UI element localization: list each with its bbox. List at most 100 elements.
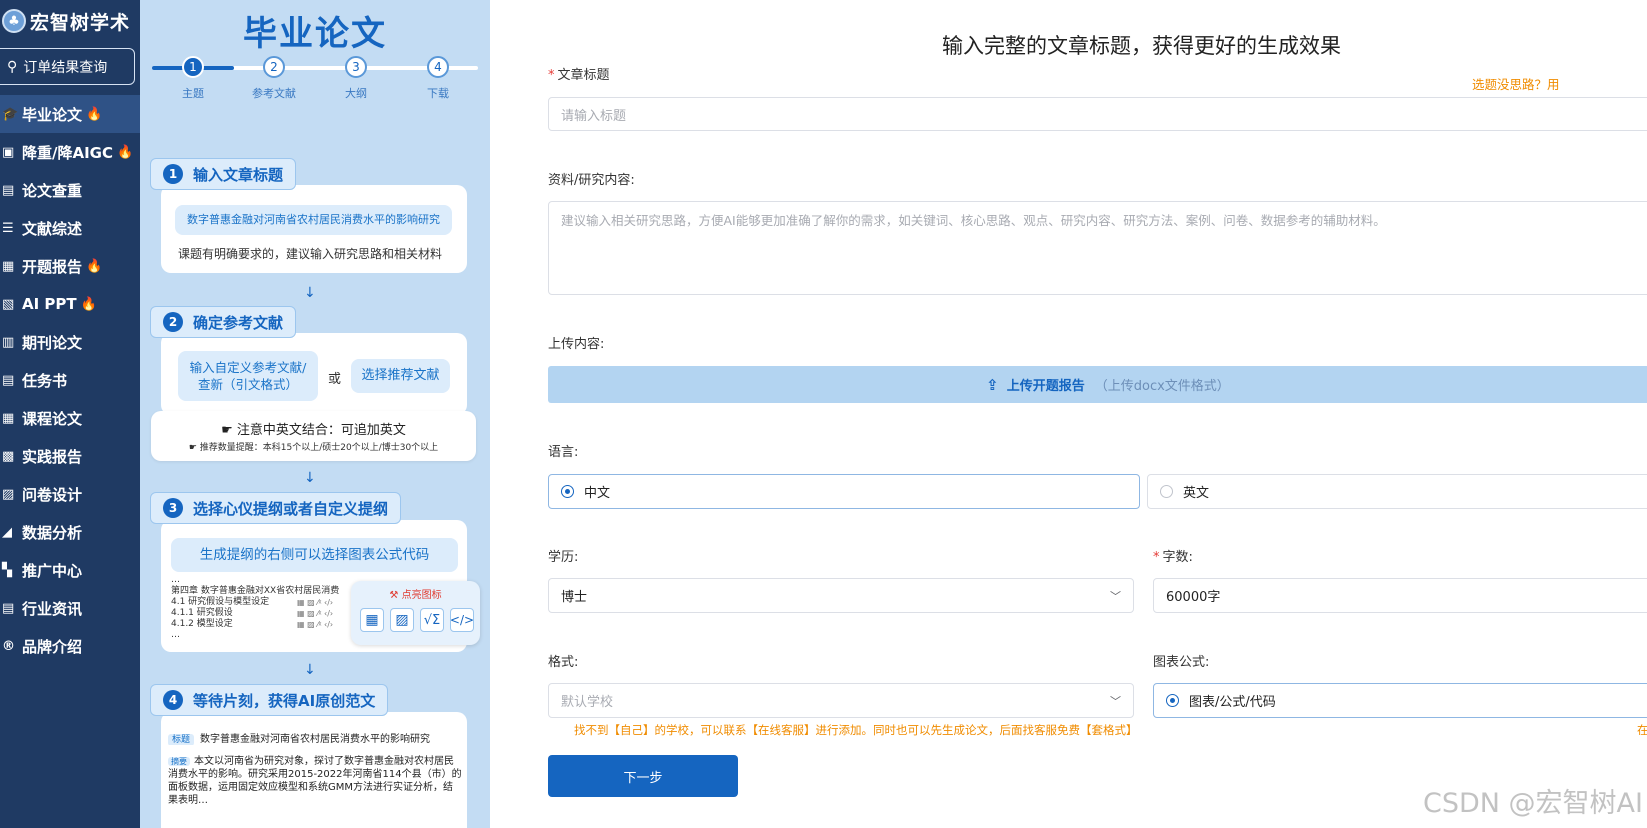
card-icon: ▣ — [2, 144, 15, 160]
abstract-text: 本文以河南省为研究对象，探讨了数字普惠金融对农村居民消费水平的影响。研究采用20… — [168, 756, 462, 806]
sidebar-item-7[interactable]: ▤ 任务书 — [0, 361, 140, 399]
outline-line: … — [171, 630, 180, 640]
section-2-heading: 2 确定参考文献 — [150, 306, 297, 338]
step-3-label: 大纲 — [345, 87, 367, 100]
sidebar-item-label: 课程论文 — [22, 409, 83, 428]
title-input[interactable]: 请输入标题 — [548, 97, 1647, 131]
form-headline: 输入完整的文章标题，获得更好的生成效果 — [942, 34, 1341, 58]
radio-checked-icon — [1166, 694, 1179, 707]
sidebar-item-4[interactable]: ▦ 开题报告 🔥 — [0, 247, 140, 285]
watermark: CSDN @宏智树AI — [1423, 788, 1643, 819]
section-4-heading: 4 等待片刻，获得AI原创范文 — [150, 684, 389, 716]
radio-unchecked-icon — [1160, 485, 1173, 498]
sidebar-item-5[interactable]: ▧ AI PPT 🔥 — [0, 285, 140, 323]
language-chinese-radio[interactable]: 中文 — [548, 474, 1140, 509]
sidebar-item-12[interactable]: ▚ 推广中心 — [0, 551, 140, 589]
fire-icon: 🔥 — [86, 106, 103, 122]
sidebar-item-6[interactable]: ▥ 期刊论文 — [0, 323, 140, 361]
step-1: 1 主题 — [163, 56, 223, 101]
image-icon: ▨ — [390, 608, 414, 632]
chart-icon: ◢ — [2, 524, 12, 540]
step-2-label: 参考文献 — [252, 87, 296, 100]
step-1-number: 1 — [182, 56, 204, 78]
result-title-row: 标题 数字普惠金融对河南省农村居民消费水平的影响研究 — [168, 730, 458, 745]
right-help-text: 在 — [1637, 723, 1647, 737]
next-step-button[interactable]: 下一步 — [548, 755, 738, 797]
upload-report-button[interactable]: ⇪ 上传开题报告 （上传docx文件格式） — [548, 366, 1647, 403]
sidebar-item-11[interactable]: ◢ 数据分析 — [0, 513, 140, 551]
chevron-down-icon: ﹀ — [1110, 589, 1121, 603]
radio-checked-icon — [561, 485, 574, 498]
popup-title-text: 点亮图标 — [401, 590, 442, 601]
chart-formula-option-label: 图表/公式/代码 — [1189, 695, 1276, 710]
title-label-text: 文章标题 — [557, 68, 610, 83]
section-3-number: 3 — [163, 498, 183, 518]
title-tag: 标题 — [168, 734, 195, 745]
outline-line: … — [171, 575, 180, 585]
section-4-number: 4 — [163, 690, 183, 710]
step-2: 2 参考文献 — [244, 56, 304, 101]
journal-icon: ▥ — [2, 334, 15, 350]
order-query-button[interactable]: ⚲ 订单结果查询 — [0, 48, 135, 85]
registered-icon: ® — [2, 638, 15, 654]
recommend-reference-option: 选择推荐文献 — [351, 359, 450, 393]
sidebar-item-label: 行业资讯 — [22, 599, 83, 618]
hammer-icon: ⚒ — [389, 590, 402, 601]
sidebar-item-9[interactable]: ▩ 实践报告 — [0, 437, 140, 475]
format-placeholder: 默认学校 — [561, 695, 614, 710]
language-english-radio[interactable]: 英文 — [1147, 474, 1647, 509]
course-icon: ▦ — [2, 410, 15, 426]
formula-icon: √Σ — [420, 608, 444, 632]
sidebar-item-0[interactable]: 🎓 毕业论文 🔥 — [0, 95, 140, 133]
material-textarea[interactable]: 建议输入相关研究思路，方便AI能够更加准确了解你的需求，如关键词、核心思路、观点… — [548, 201, 1647, 295]
chevron-down-icon: ﹀ — [1110, 694, 1121, 708]
survey-icon: ▨ — [2, 486, 15, 502]
word-count-label: * 字数: — [1153, 546, 1193, 565]
result-abstract: 摘要 本文以河南省为研究对象，探讨了数字普惠金融对农村居民消费水平的影响。研究采用… — [168, 755, 462, 807]
word-count-select[interactable]: 60000字 — [1153, 578, 1647, 613]
example-title: 数字普惠金融对河南省农村居民消费水平的影响研究 — [175, 205, 452, 235]
chart-formula-option[interactable]: 图表/公式/代码 — [1153, 683, 1647, 718]
sidebar-nav: 🎓 毕业论文 🔥 ▣ 降重/降AIGC 🔥 ▤ 论文查重 ☰ 文献综述 ▦ 开题报告 🔥 ▧ AI PPT 🔥… — [0, 95, 140, 665]
brand-logo[interactable]: ♣ 宏智树学术 — [2, 4, 130, 38]
section-1-title: 输入文章标题 — [193, 165, 284, 184]
arrow-down-icon: ↓ — [304, 470, 316, 486]
format-select[interactable]: 默认学校 ﹀ — [548, 683, 1134, 718]
reference-tip: ☛ 注意中英文结合：可追加英文 — [151, 419, 476, 438]
upload-icon: ⇪ — [986, 375, 999, 394]
step-4-number: 4 — [427, 56, 449, 78]
outline-hint: 生成提纲的右侧可以选择图表公式代码 — [171, 538, 458, 572]
sidebar-item-1[interactable]: ▣ 降重/降AIGC 🔥 — [0, 133, 140, 171]
required-mark: * — [1153, 550, 1160, 565]
sidebar-item-2[interactable]: ▤ 论文查重 — [0, 171, 140, 209]
section-1-heading: 1 输入文章标题 — [150, 158, 297, 190]
sidebar-item-label: 文献综述 — [22, 219, 83, 238]
language-chinese-label: 中文 — [584, 486, 611, 501]
outline-line: 第四章 数字普惠金融对XX省农村居民消费 — [171, 586, 340, 596]
guide-title: 毕业论文 — [243, 14, 387, 54]
section-2-title: 确定参考文献 — [193, 313, 284, 332]
reference-count-text: 推荐数量提醒：本科15个以上/硕士20个以上/博士30个以上 — [199, 443, 439, 453]
main-form: 输入完整的文章标题，获得更好的生成效果 * 文章标题 选题没思路？用 请输入标题 … — [490, 0, 1647, 828]
sidebar-item-label: 实践报告 — [22, 447, 83, 466]
sidebar-item-3[interactable]: ☰ 文献综述 — [0, 209, 140, 247]
sidebar-item-13[interactable]: ▤ 行业资讯 — [0, 589, 140, 627]
sidebar-item-14[interactable]: ® 品牌介绍 — [0, 627, 140, 665]
sidebar-item-label: 问卷设计 — [22, 485, 83, 504]
language-label: 语言: — [548, 445, 579, 460]
reference-count-tip: ☛ 推荐数量提醒：本科15个以上/硕士20个以上/博士30个以上 — [151, 440, 476, 453]
degree-select[interactable]: 博士 ﹀ — [548, 578, 1134, 613]
degree-label: 学历: — [548, 550, 579, 565]
section-3-title: 选择心仪提纲或者自定义提纲 — [193, 499, 389, 518]
chart-formula-label: 图表公式: — [1153, 655, 1210, 670]
section-3-heading: 3 选择心仪提纲或者自定义提纲 — [150, 492, 402, 524]
table-icon: ▦ — [360, 608, 384, 632]
sidebar-item-10[interactable]: ▨ 问卷设计 — [0, 475, 140, 513]
order-query-label: 订单结果查询 — [23, 59, 108, 76]
sidebar-item-8[interactable]: ▦ 课程论文 — [0, 399, 140, 437]
list-icon: ☰ — [2, 220, 14, 236]
topic-idea-link[interactable]: 选题没思路？用 — [1472, 74, 1560, 93]
sidebar-item-label: 推广中心 — [22, 561, 83, 580]
fire-icon: 🔥 — [80, 296, 97, 312]
abstract-tag: 摘要 — [168, 757, 190, 766]
